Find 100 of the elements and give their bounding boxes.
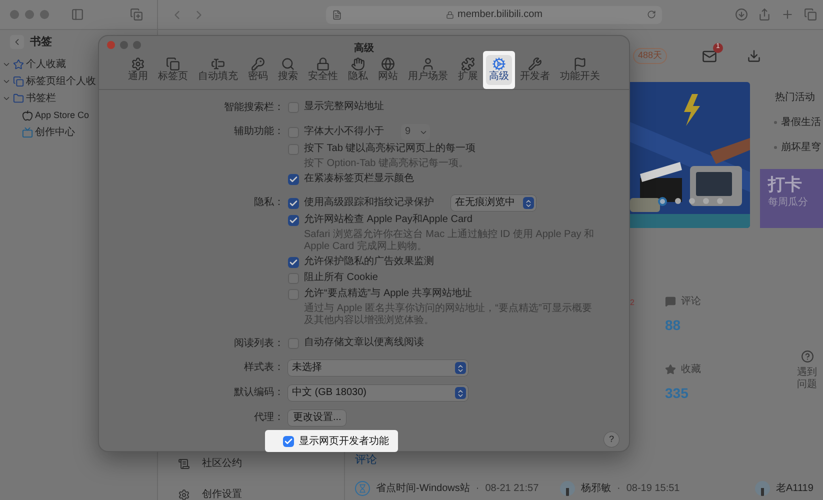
option-label[interactable]: 允许保护隐私的广告效果监测 <box>304 255 434 269</box>
new-tab-group-icon[interactable] <box>130 8 143 21</box>
option-label[interactable]: 允许网站检查 Apple Pay和Apple Card <box>304 213 472 227</box>
bookmark-item[interactable]: 标签页组个人收 <box>26 74 96 89</box>
promo-subtitle: 每周瓜分 <box>768 196 809 210</box>
option-label[interactable]: 在紧凑标签页栏显示颜色 <box>304 172 414 186</box>
preferences-tab[interactable]: 开发者 <box>515 51 555 89</box>
star-icon <box>13 59 24 70</box>
wrench-icon <box>528 57 542 71</box>
download-icon[interactable] <box>747 49 761 63</box>
option-label[interactable]: 显示完整网站地址 <box>304 100 384 114</box>
gears-icon <box>492 57 506 71</box>
disclosure-icon[interactable] <box>2 77 11 86</box>
bookmark-item[interactable]: 创作中心 <box>35 125 75 140</box>
nav-item[interactable]: 社区公约 <box>202 456 242 471</box>
address-field[interactable]: member.bilibili.com <box>326 6 662 24</box>
stat-value: 88 <box>665 316 682 335</box>
separator-dot: · <box>476 482 480 496</box>
avatar[interactable] <box>560 480 575 496</box>
download-icon[interactable] <box>735 8 748 21</box>
checkbox[interactable] <box>283 436 294 446</box>
preferences-tab[interactable]: 标签页 <box>153 51 193 89</box>
disclosure-icon[interactable] <box>2 60 11 69</box>
stepper-icon <box>523 197 534 209</box>
promo-title: 打卡 <box>768 175 803 195</box>
help-icon[interactable] <box>800 350 814 363</box>
back-button[interactable] <box>10 35 24 49</box>
checkbox[interactable] <box>288 198 299 208</box>
popup-button[interactable]: 在无痕浏览中 <box>451 195 536 211</box>
checkbox[interactable] <box>288 214 299 226</box>
option-label[interactable]: 允许“要点精选”与 Apple 共享网站地址 <box>304 287 472 301</box>
stat-value: 335 <box>665 384 690 403</box>
option-label[interactable]: 阻止所有 Cookie <box>304 271 378 285</box>
page-icon <box>332 10 342 20</box>
scroll-icon <box>178 458 190 470</box>
preferences-tab[interactable]: 密码 <box>243 51 273 89</box>
bookmark-item[interactable]: 个人收藏 <box>26 57 66 72</box>
comment-author[interactable]: 老A1119 <box>776 480 814 496</box>
avatar[interactable] <box>355 480 370 496</box>
new-tab-icon[interactable] <box>781 8 794 21</box>
separator-dot: · <box>617 482 620 496</box>
globe-icon <box>381 57 395 71</box>
share-icon[interactable] <box>758 8 771 21</box>
comment-time: 08-19 15:51 <box>626 482 680 496</box>
text-field-icon <box>211 57 225 71</box>
option-label[interactable]: 显示网页开发者功能 <box>299 434 389 448</box>
address-text: member.bilibili.com <box>457 8 543 22</box>
window-minimize-button[interactable] <box>120 41 128 49</box>
speech-bubble-icon <box>665 296 676 307</box>
window-minimize-button[interactable] <box>25 10 34 19</box>
option-label[interactable]: 使用高级跟踪和指纹记录保护 <box>304 196 434 210</box>
tab-overview-icon[interactable] <box>804 8 817 21</box>
comment-author[interactable]: 杨邪敏 <box>581 480 611 496</box>
avatar[interactable] <box>755 480 770 496</box>
activity-link[interactable]: 暑假生活 <box>781 115 821 130</box>
reload-icon[interactable] <box>647 10 656 19</box>
preferences-tab[interactable]: 扩展 <box>453 51 483 89</box>
gear-icon <box>178 488 190 500</box>
preferences-tab[interactable]: 安全性 <box>303 51 343 89</box>
stepper-icon <box>455 362 466 374</box>
stacked-squares-icon <box>166 57 180 71</box>
preferences-tab[interactable]: 高级 <box>483 51 515 89</box>
preferences-tab[interactable]: 自动填充 <box>193 51 243 89</box>
window-zoom-button[interactable] <box>133 41 141 49</box>
popup-button[interactable]: 中文 (GB 18030) <box>288 385 468 401</box>
search-icon <box>281 57 295 71</box>
section-label: 阅读列表： <box>233 336 284 351</box>
window-close-button[interactable] <box>107 41 115 49</box>
preferences-tab[interactable]: 通用 <box>123 51 153 89</box>
checkbox[interactable] <box>288 256 299 268</box>
key-icon <box>251 57 265 71</box>
window-zoom-button[interactable] <box>40 10 49 19</box>
promo-card[interactable]: 打卡 每周瓜分 <box>760 169 823 228</box>
checkbox[interactable] <box>288 174 299 184</box>
nav-item[interactable]: 创作设置 <box>202 487 242 500</box>
flag-icon <box>573 57 587 71</box>
window-close-button[interactable] <box>10 10 19 19</box>
option-label[interactable]: 字体大小不得小于 <box>304 125 384 139</box>
section-heading: 热门活动 <box>774 90 816 105</box>
disclosure-icon[interactable] <box>2 94 11 103</box>
sidebar-title: 书签 <box>30 34 52 50</box>
preferences-tab[interactable]: 功能开关 <box>555 51 605 89</box>
activity-link[interactable]: 崩坏星穹 <box>781 140 821 155</box>
preferences-tab[interactable]: 搜索 <box>273 51 303 89</box>
preferences-tab[interactable]: 网站 <box>373 51 403 89</box>
mail-icon[interactable] <box>702 48 717 64</box>
popup-button[interactable]: 未选择 <box>288 360 468 376</box>
option-label[interactable]: 自动存储文章以便离线阅读 <box>304 336 424 350</box>
settings-button[interactable]: 更改设置... <box>288 410 346 426</box>
bookmark-item[interactable]: App Store Co <box>35 108 90 122</box>
section-label: 智能搜索栏： <box>223 100 284 115</box>
bookmark-item[interactable]: 书签栏 <box>26 91 56 106</box>
help-label[interactable]: 遇到问题 <box>797 367 817 391</box>
lock-icon <box>446 10 454 18</box>
option-label[interactable]: 按下 Tab 键以高亮标记网页上的每一项 <box>304 142 476 156</box>
sidebar-icon[interactable] <box>71 8 84 21</box>
preferences-tab[interactable]: 用户场景 <box>403 51 453 89</box>
comment-author[interactable]: 省点时间-Windows站 <box>376 480 470 496</box>
section-label: 默认编码： <box>233 386 284 400</box>
help-button[interactable]: ? <box>604 432 619 447</box>
